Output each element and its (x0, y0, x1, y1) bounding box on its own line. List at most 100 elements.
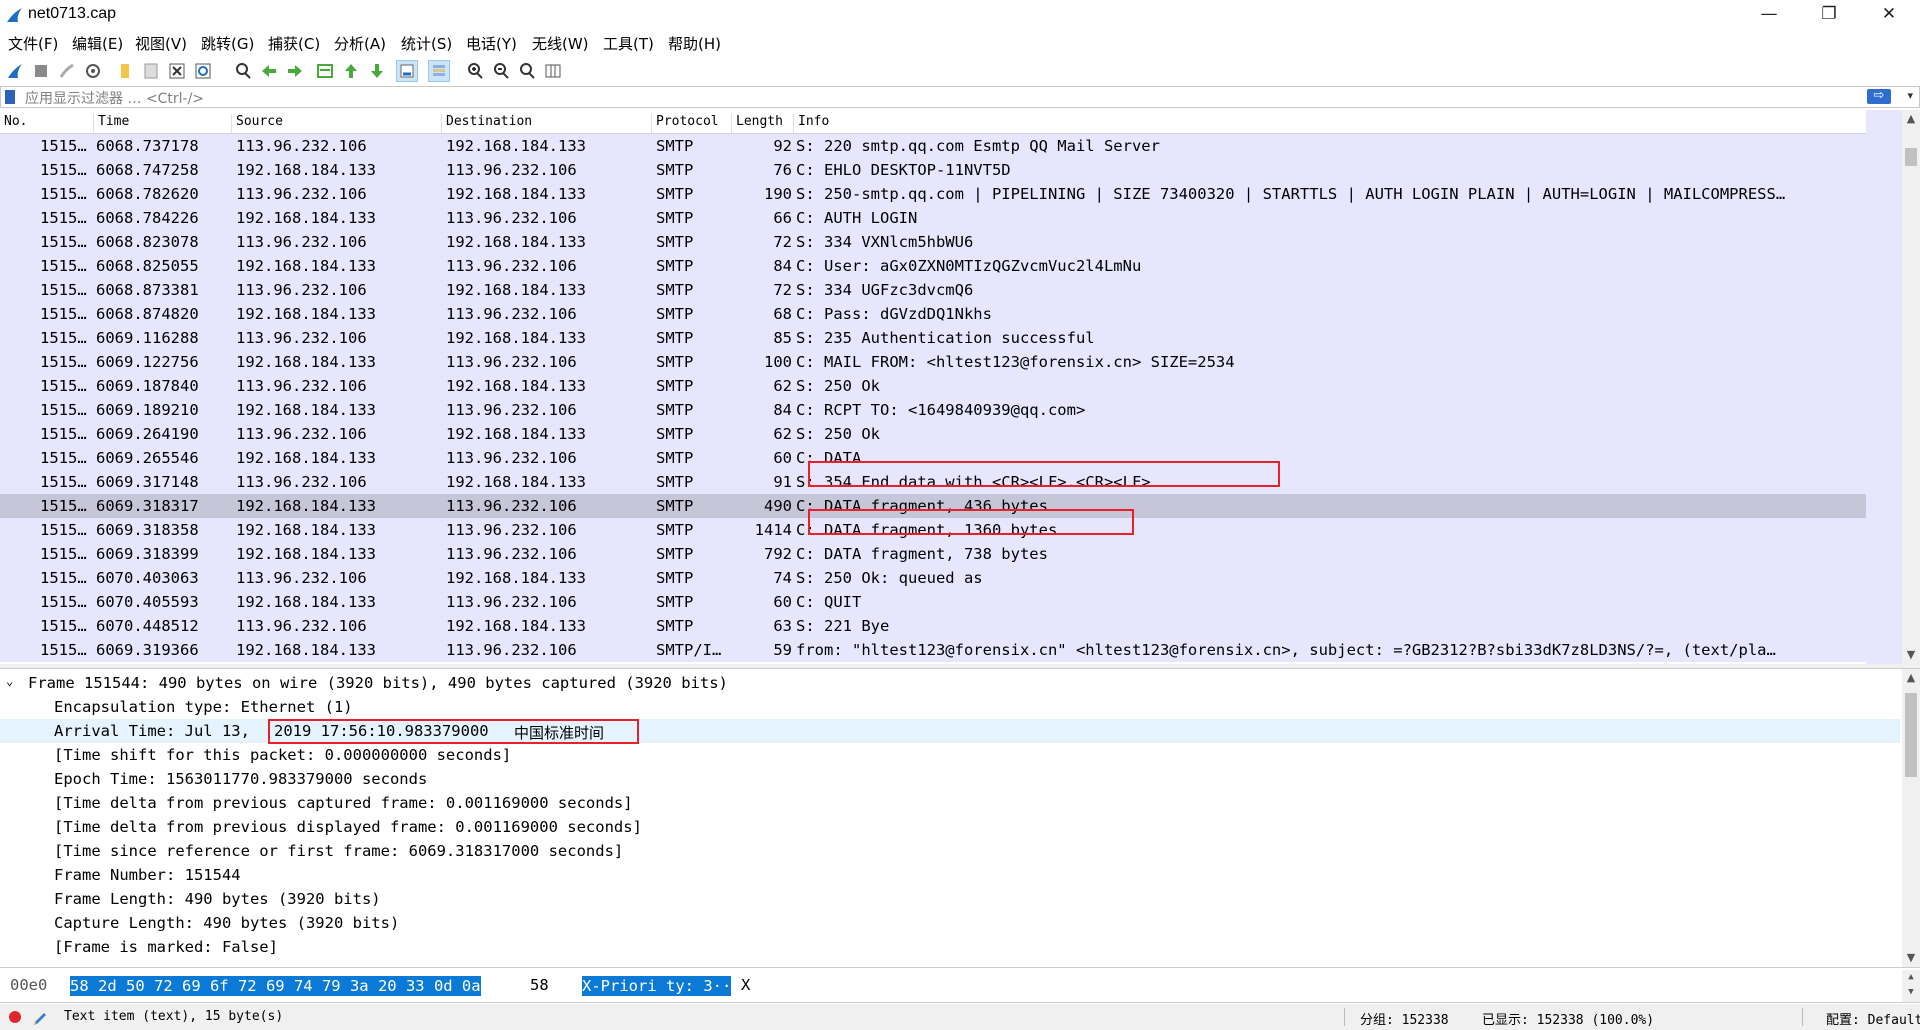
go-last-icon[interactable] (366, 60, 388, 82)
packet-row[interactable]: 1515… 6070.448512 113.96.232.106 192.168.18… (0, 614, 1866, 638)
cell-destination: 113.96.232.106 (446, 209, 577, 227)
packet-row[interactable]: 1515… 6068.747258 192.168.184.133 113.96.23… (0, 158, 1866, 182)
packet-row[interactable]: 1515… 6070.405593 192.168.184.133 113.96.23… (0, 590, 1866, 614)
packet-row[interactable]: 1515… 6069.122756 192.168.184.133 113.96.23… (0, 350, 1866, 374)
zoom-out-icon[interactable] (490, 60, 512, 82)
column-length[interactable]: Length (732, 114, 794, 133)
column-time[interactable]: Time (94, 114, 232, 133)
expert-info-icon[interactable] (8, 1010, 22, 1024)
reload-file-icon[interactable] (192, 60, 214, 82)
stop-capture-icon[interactable] (30, 60, 52, 82)
packet-row[interactable]: 1515… 6068.874820 192.168.184.133 113.96.23… (0, 302, 1866, 326)
cell-length: 100 (764, 353, 792, 371)
colorize-icon[interactable] (428, 60, 450, 82)
packet-list-scrollbar[interactable]: ▲ ▼ (1902, 110, 1920, 664)
close-button[interactable]: ✕ (1866, 0, 1912, 30)
detail-frame-line[interactable]: ⌄ Frame 151544: 490 bytes on wire (3920 … (0, 671, 1900, 695)
menu-file[interactable]: 文件(F) (8, 33, 58, 54)
packet-row[interactable]: 1515… 6068.825055 192.168.184.133 113.96.23… (0, 254, 1866, 278)
go-forward-icon[interactable] (284, 60, 306, 82)
bytes-hex-selected[interactable]: 58 2d 50 72 69 6f 72 69 74 79 3a 20 33 0… (70, 976, 481, 996)
detail-delta-captured[interactable]: [Time delta from previous captured frame… (0, 791, 1900, 815)
packet-row[interactable]: 1515… 6068.782620 113.96.232.106 192.168.18… (0, 182, 1866, 206)
menu-capture[interactable]: 捕获(C) (268, 33, 320, 54)
menu-statistics[interactable]: 统计(S) (401, 33, 452, 54)
scroll-thumb[interactable] (1905, 148, 1917, 166)
packet-row[interactable]: 1515… 6068.784226 192.168.184.133 113.96.23… (0, 206, 1866, 230)
cell-length: 62 (773, 425, 792, 443)
go-to-packet-icon[interactable] (314, 60, 336, 82)
scroll-thumb[interactable] (1905, 693, 1917, 777)
bytes-scrollbar[interactable]: ▲ ▼ (1902, 970, 1920, 1002)
detail-delta-displayed[interactable]: [Time delta from previous displayed fram… (0, 815, 1900, 839)
close-file-icon[interactable] (166, 60, 188, 82)
bytes-hex-rest[interactable]: 58 (530, 976, 549, 994)
packet-row[interactable]: 1515… 6069.187840 113.96.232.106 192.168.18… (0, 374, 1866, 398)
scroll-down-icon[interactable]: ▼ (1902, 949, 1920, 967)
column-no[interactable]: No. (0, 114, 94, 133)
column-destination[interactable]: Destination (442, 114, 652, 133)
restart-capture-icon[interactable] (56, 60, 78, 82)
scroll-up-icon[interactable]: ▲ (1902, 669, 1920, 687)
menu-view[interactable]: 视图(V) (135, 33, 187, 54)
packet-row[interactable]: 1515… 6069.264190 113.96.232.106 192.168.18… (0, 422, 1866, 446)
detail-since-reference[interactable]: [Time since reference or first frame: 60… (0, 839, 1900, 863)
menu-go[interactable]: 跳转(G) (201, 33, 254, 54)
maximize-button[interactable]: ❐ (1806, 0, 1852, 30)
packet-row[interactable]: 1515… 6068.737178 113.96.232.106 192.168.18… (0, 134, 1866, 158)
start-capture-icon[interactable] (4, 60, 26, 82)
menu-telephony[interactable]: 电话(Y) (466, 33, 517, 54)
apply-filter-icon[interactable]: ⇨ (1867, 89, 1891, 104)
details-scrollbar[interactable]: ▲ ▼ (1902, 669, 1920, 967)
menu-tools[interactable]: 工具(T) (603, 33, 654, 54)
packet-row[interactable]: 1515… 6069.319366 192.168.184.133 113.96.23… (0, 638, 1866, 662)
detail-frame-number[interactable]: Frame Number: 151544 (0, 863, 1900, 887)
edit-comment-icon[interactable] (32, 1009, 48, 1025)
scroll-down-icon[interactable]: ▼ (1902, 646, 1920, 664)
column-protocol[interactable]: Protocol (652, 114, 732, 133)
packet-row[interactable]: 1515… 6070.403063 113.96.232.106 192.168.18… (0, 566, 1866, 590)
capture-options-icon[interactable] (82, 60, 104, 82)
bookmark-icon[interactable] (5, 90, 15, 104)
detail-encapsulation[interactable]: Encapsulation type: Ethernet (1) (0, 695, 1900, 719)
menu-help[interactable]: 帮助(H) (668, 33, 721, 54)
bytes-ascii-selected[interactable]: X-Priori ty: 3·· (582, 976, 732, 996)
menu-wireless[interactable]: 无线(W) (532, 33, 589, 54)
go-first-icon[interactable] (340, 60, 362, 82)
normal-size-icon[interactable] (516, 60, 538, 82)
detail-capture-length[interactable]: Capture Length: 490 bytes (3920 bits) (0, 911, 1900, 935)
find-packet-icon[interactable] (232, 60, 254, 82)
column-info[interactable]: Info (794, 114, 1866, 133)
save-file-icon[interactable] (140, 60, 162, 82)
menu-analyze[interactable]: 分析(A) (334, 33, 386, 54)
cell-time: 6068.874820 (96, 305, 199, 323)
column-source[interactable]: Source (232, 114, 442, 133)
packet-row[interactable]: 1515… 6068.873381 113.96.232.106 192.168.18… (0, 278, 1866, 302)
go-back-icon[interactable] (258, 60, 280, 82)
packet-row[interactable]: 1515… 6069.318399 192.168.184.133 113.96.23… (0, 542, 1866, 566)
detail-time-shift[interactable]: [Time shift for this packet: 0.000000000… (0, 743, 1900, 767)
resize-columns-icon[interactable] (542, 60, 564, 82)
detail-frame-length[interactable]: Frame Length: 490 bytes (3920 bits) (0, 887, 1900, 911)
detail-frame-marked[interactable]: [Frame is marked: False] (0, 935, 1900, 959)
open-file-icon[interactable] (114, 60, 136, 82)
packet-minimap[interactable] (1866, 110, 1902, 664)
chevron-down-icon[interactable]: ▾ (1907, 89, 1913, 102)
cell-info: C: MAIL FROM: <hltest123@forensix.cn> SI… (796, 353, 1235, 371)
detail-epoch-time[interactable]: Epoch Time: 1563011770.983379000 seconds (0, 767, 1900, 791)
packet-row[interactable]: 1515… 6068.823078 113.96.232.106 192.168.18… (0, 230, 1866, 254)
auto-scroll-icon[interactable] (396, 60, 418, 82)
wireshark-fin-icon (7, 8, 22, 22)
cell-source: 192.168.184.133 (236, 545, 376, 563)
packet-row[interactable]: 1515… 6069.116288 113.96.232.106 192.168.18… (0, 326, 1866, 350)
packet-row[interactable]: 1515… 6069.189210 192.168.184.133 113.96.23… (0, 398, 1866, 422)
zoom-in-icon[interactable] (464, 60, 486, 82)
bytes-ascii-rest[interactable]: X (741, 976, 750, 994)
display-filter-input[interactable]: 应用显示过滤器 … <Ctrl-/> ⇨ ▾ (0, 86, 1920, 108)
cell-time: 6069.264190 (96, 425, 199, 443)
scroll-up-icon[interactable]: ▲ (1902, 110, 1920, 128)
expand-chevron-icon[interactable]: ⌄ (6, 674, 13, 688)
minimize-button[interactable]: — (1746, 0, 1792, 30)
menu-edit[interactable]: 编辑(E) (72, 33, 123, 54)
status-profile[interactable]: 配置: Default (1826, 1009, 1920, 1028)
